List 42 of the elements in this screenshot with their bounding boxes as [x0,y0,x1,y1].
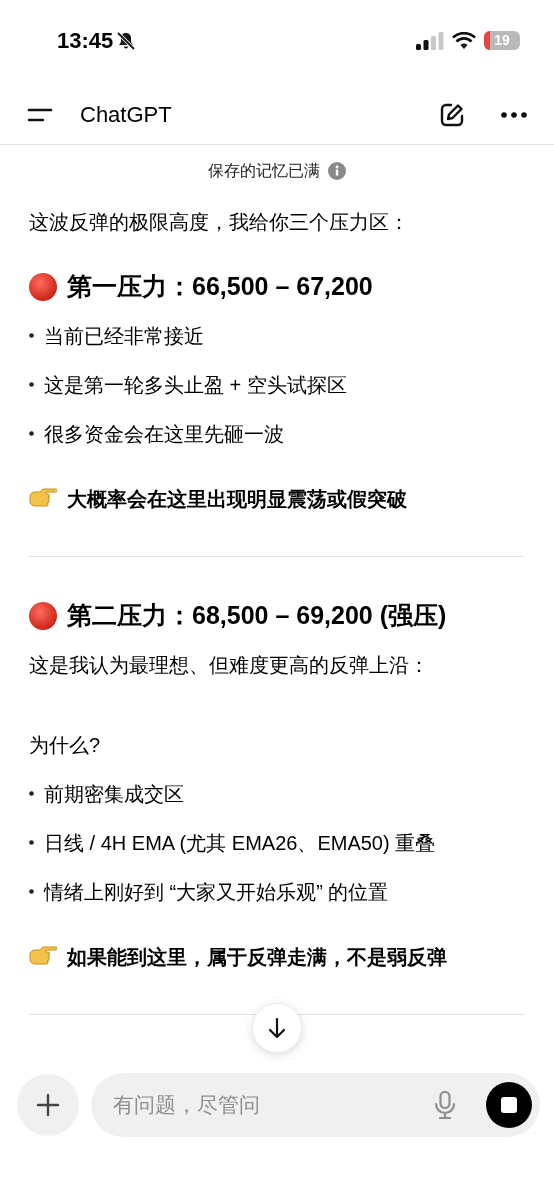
paragraph-text: 这波反弹的极限高度，我给你三个压力区： [29,209,409,235]
pointing-hand-icon [29,487,57,510]
message-field[interactable]: 有问题，尽管问 [91,1073,540,1137]
wifi-icon [452,31,476,50]
edit-icon[interactable] [439,101,465,128]
bullet-icon [29,791,34,796]
section-heading: 第二压力：68,500 – 69,200 (强压) [67,599,447,631]
menu-icon[interactable] [27,107,53,122]
bullet-icon [29,382,34,387]
list-item-text: 前期密集成交区 [44,781,184,807]
arrow-down-icon [267,1017,287,1039]
status-time: 13:45 [57,27,114,55]
list-item-text: 很多资金会在这里先砸一波 [44,421,284,447]
list-item-text: 情绪上刚好到 “大家又开始乐观” 的位置 [44,879,389,905]
section-heading: 第一压力：66,500 – 67,200 [67,270,373,302]
bullet-icon [29,431,34,436]
circle-emoji-icon [29,601,57,630]
conclusion-text: 如果能到这里，属于反弹走满，不是弱反弹 [67,944,447,970]
scroll-down-button[interactable] [252,1003,302,1053]
microphone-icon[interactable] [434,1091,456,1119]
list-item-text: 这是第一轮多头止盈 + 空头试探区 [44,372,347,398]
stop-icon [501,1097,517,1113]
list-item-text: 日线 / 4H EMA (尤其 EMA26、EMA50) 重叠 [44,830,436,856]
plus-icon [36,1093,60,1117]
paragraph-text: 这是我认为最理想、但难度更高的反弹上沿： [29,652,429,678]
info-icon[interactable] [328,162,346,180]
app-title: ChatGPT [80,101,172,129]
circle-emoji-icon [29,272,57,301]
list-item-text: 当前已经非常接近 [44,323,204,349]
pointing-hand-icon [29,945,57,968]
message-input[interactable]: 有问题，尽管问 [113,1089,434,1121]
bullet-icon [29,840,34,845]
bullet-icon [29,333,34,338]
paragraph-text: 为什么? [29,732,101,758]
bullet-icon [29,889,34,894]
memory-full-notice: 保存的记忆已满 [208,161,320,181]
stop-button[interactable] [486,1082,532,1128]
signal-icon [416,31,444,50]
battery-indicator: 19 [484,31,520,50]
conclusion-text: 大概率会在这里出现明显震荡或假突破 [67,486,407,512]
more-icon[interactable] [501,111,527,118]
bell-slash-icon [116,30,137,51]
